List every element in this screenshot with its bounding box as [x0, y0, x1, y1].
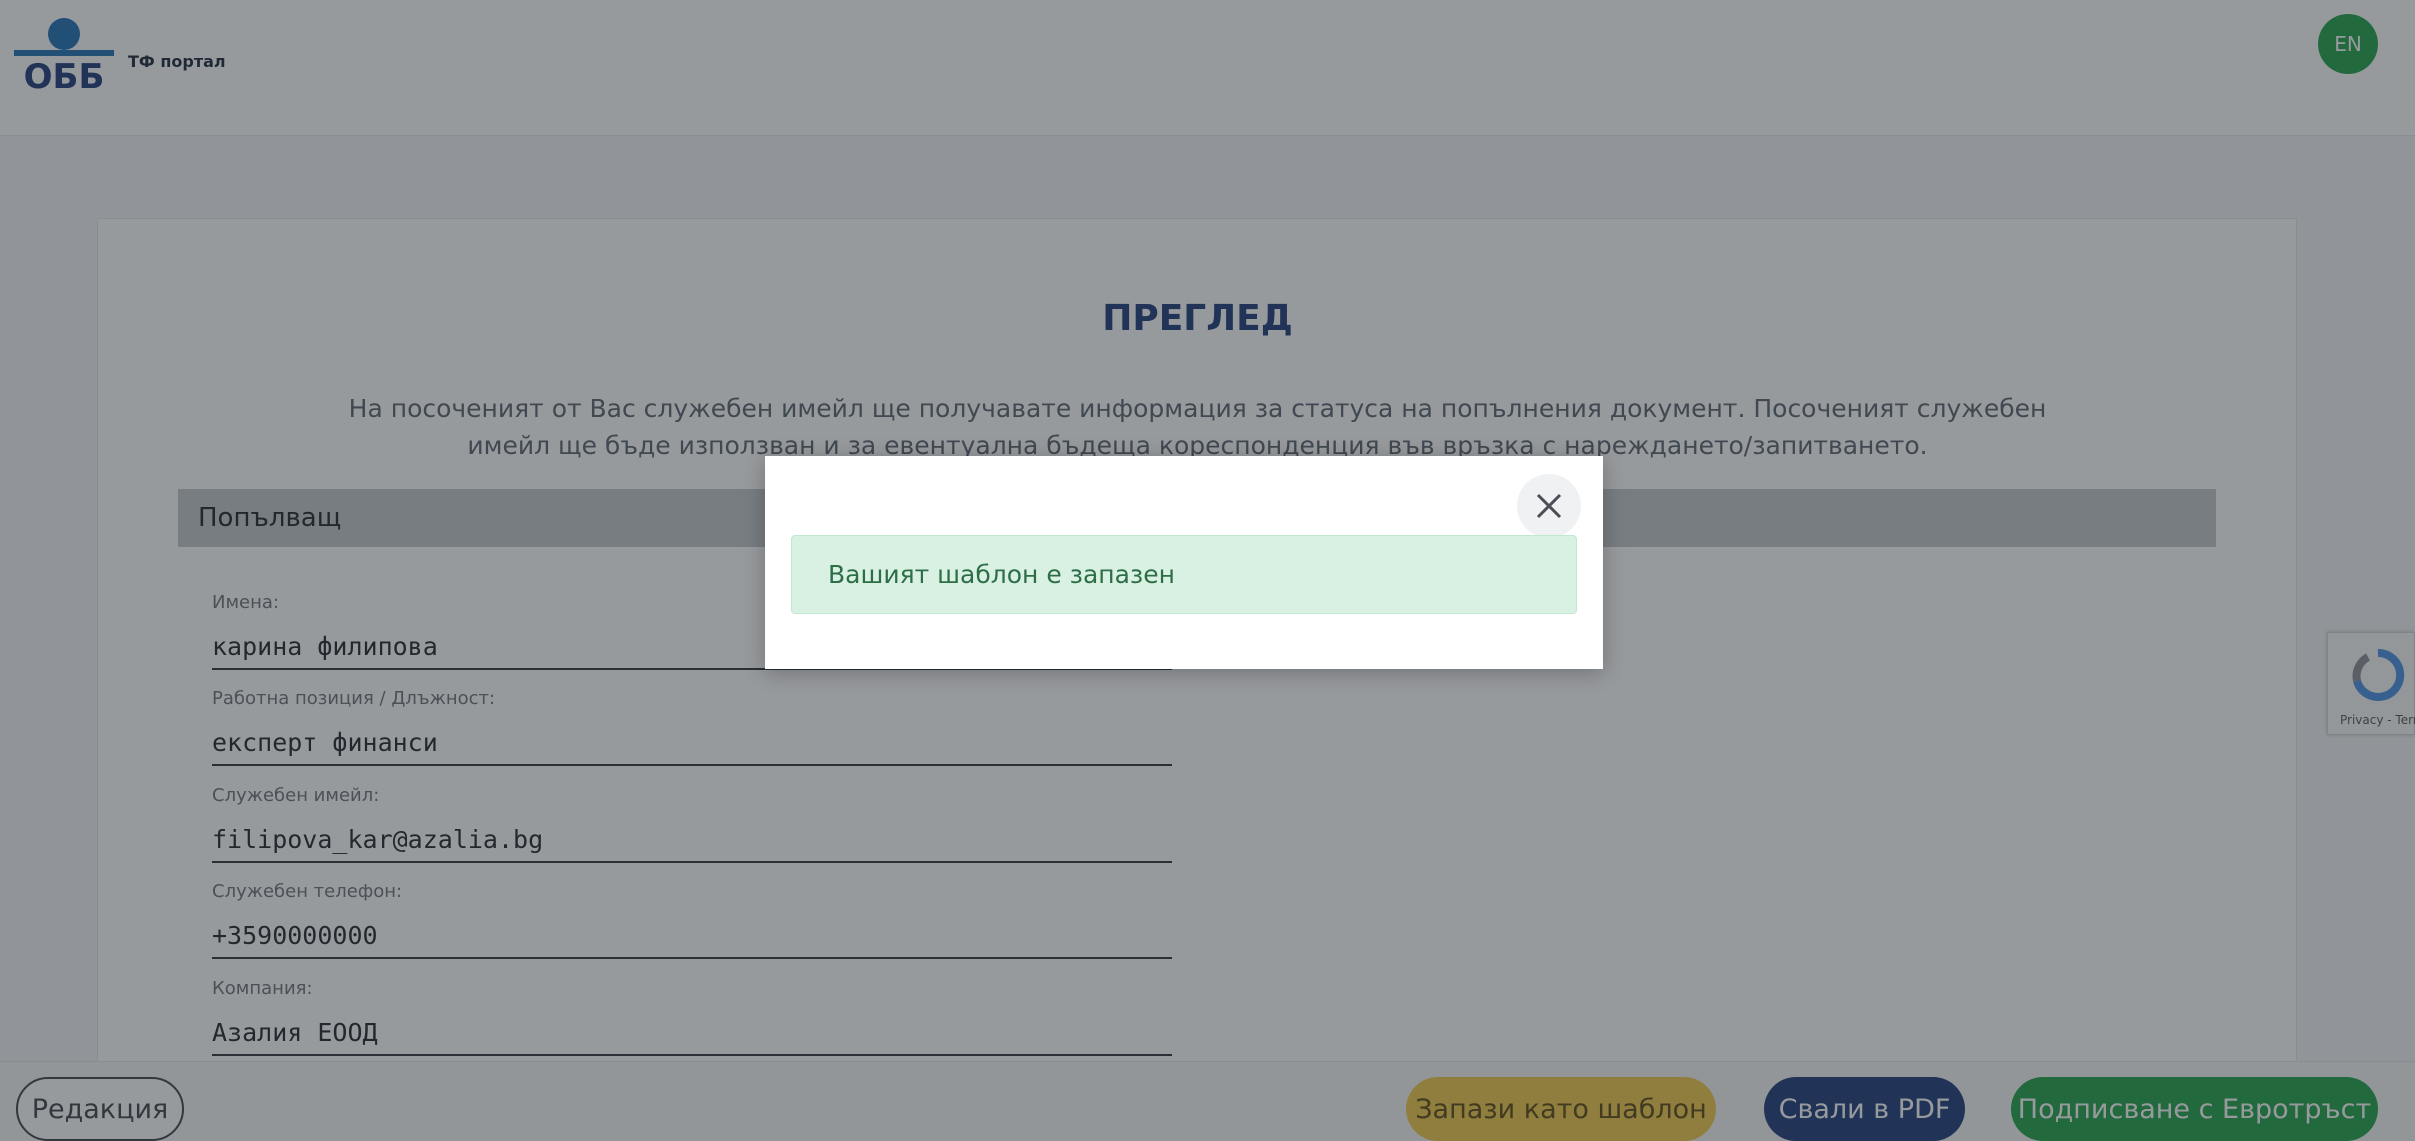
close-icon — [1536, 493, 1562, 519]
template-saved-modal: Вашият шаблон е запазен — [765, 456, 1603, 669]
success-alert: Вашият шаблон е запазен — [791, 535, 1577, 614]
close-button[interactable] — [1517, 474, 1581, 538]
